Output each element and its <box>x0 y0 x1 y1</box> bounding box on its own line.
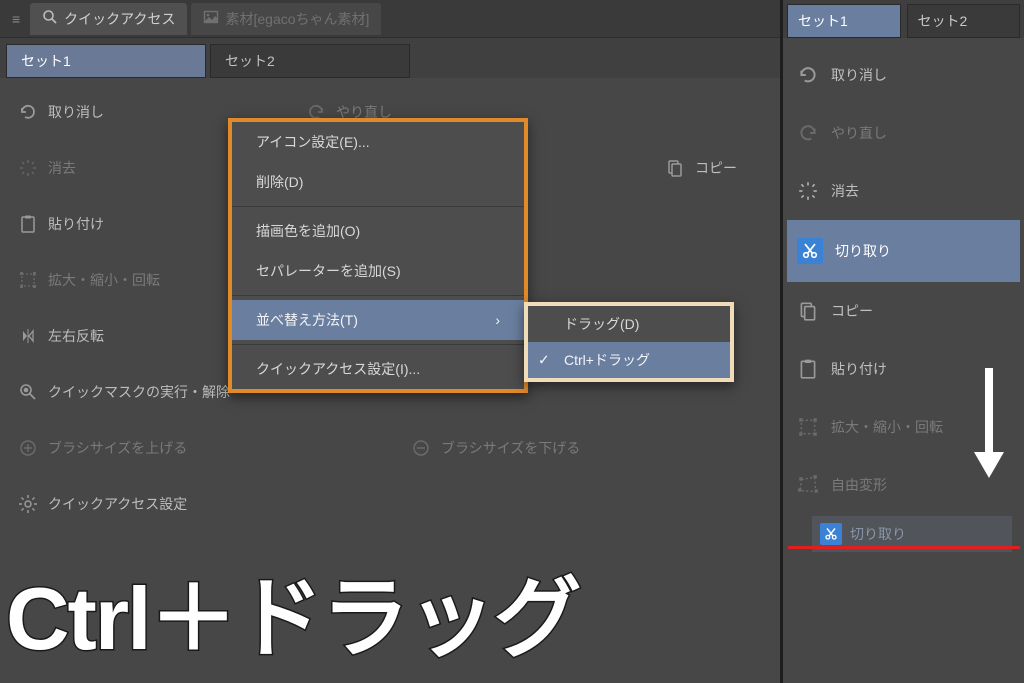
action-transform-label: 拡大・縮小・回転 <box>48 270 160 290</box>
copy-icon <box>797 300 819 322</box>
menu-separator <box>232 344 524 345</box>
r-redo[interactable]: やり直し <box>787 104 1020 162</box>
drag-ghost-label: 切り取り <box>850 524 906 544</box>
clear-icon <box>18 158 38 178</box>
paste-icon <box>18 214 38 234</box>
submenu-drag[interactable]: ドラッグ(D) <box>528 306 730 342</box>
menu-delete[interactable]: 削除(D) <box>232 162 524 202</box>
tab-set2-right[interactable]: セット2 <box>907 4 1021 38</box>
r-cut-label: 切り取り <box>835 241 891 261</box>
action-brush-down[interactable]: ブラシサイズを下げる <box>405 420 768 476</box>
instruction-caption: Ctrl＋ドラッグ <box>6 548 580 675</box>
context-menu: アイコン設定(E)... 削除(D) 描画色を追加(O) セパレーターを追加(S… <box>228 118 528 393</box>
transform-icon <box>18 270 38 290</box>
r-copy[interactable]: コピー <box>787 282 1020 340</box>
tab-materials-label: 素材[egacoちゃん素材] <box>225 9 369 29</box>
action-qa-settings[interactable]: クイックアクセス設定 <box>12 476 768 532</box>
action-brush-up[interactable]: ブラシサイズを上げる <box>12 420 375 476</box>
tab-set1-left[interactable]: セット1 <box>6 44 206 78</box>
set-tabs-left: セット1 セット2 <box>0 38 780 78</box>
menu-add-draw-color[interactable]: 描画色を追加(O) <box>232 211 524 251</box>
r-redo-label: やり直し <box>831 123 887 143</box>
r-copy-label: コピー <box>831 301 873 321</box>
undo-icon <box>18 102 38 122</box>
r-undo-label: 取り消し <box>831 65 887 85</box>
menu-sort-method[interactable]: 並べ替え方法(T) › <box>232 300 524 340</box>
action-brush-down-label: ブラシサイズを下げる <box>441 438 580 458</box>
chevron-right-icon: › <box>495 312 500 328</box>
r-undo[interactable]: 取り消し <box>787 46 1020 104</box>
menu-separator <box>232 206 524 207</box>
submenu-ctrl-drag[interactable]: ✓ Ctrl+ドラッグ <box>528 342 730 378</box>
action-quick-mask-label: クイックマスクの実行・解除 <box>48 382 230 402</box>
action-brush-up-label: ブラシサイズを上げる <box>48 438 187 458</box>
action-clear-label: 消去 <box>48 158 76 178</box>
action-undo-label: 取り消し <box>48 102 104 122</box>
menu-icon-settings[interactable]: アイコン設定(E)... <box>232 122 524 162</box>
action-copy-label: コピー <box>695 158 737 178</box>
hamburger-icon[interactable]: ≡ <box>6 11 26 27</box>
r-clear-label: 消去 <box>831 181 859 201</box>
down-arrow-icon <box>968 364 1010 484</box>
flip-h-icon <box>18 326 38 346</box>
set-tabs-right: セット1 セット2 <box>783 0 1024 38</box>
r-cut[interactable]: 切り取り <box>787 220 1020 282</box>
menu-add-separator[interactable]: セパレーターを追加(S) <box>232 251 524 291</box>
action-paste-label: 貼り付け <box>48 214 104 234</box>
action-qa-settings-label: クイックアクセス設定 <box>48 494 187 514</box>
redo-icon <box>797 122 819 144</box>
brush-down-icon <box>411 438 431 458</box>
action-flip-h-label: 左右反転 <box>48 326 104 346</box>
free-transform-icon <box>797 474 819 496</box>
tab-quick-access[interactable]: クイックアクセス <box>30 3 187 35</box>
image-icon <box>203 9 219 28</box>
quickmask-icon <box>18 382 38 402</box>
brush-up-icon <box>18 438 38 458</box>
drop-indicator-line <box>788 546 1020 549</box>
r-clear[interactable]: 消去 <box>787 162 1020 220</box>
tab-materials[interactable]: 素材[egacoちゃん素材] <box>191 3 381 35</box>
undo-icon <box>797 64 819 86</box>
magnify-icon <box>42 9 58 28</box>
right-panel: セット1 セット2 取り消し やり直し 消去 切り取り <box>780 0 1024 683</box>
paste-icon <box>797 358 819 380</box>
clear-icon <box>797 180 819 202</box>
transform-icon <box>797 416 819 438</box>
r-transform-label: 拡大・縮小・回転 <box>831 417 943 437</box>
r-free-transform-label: 自由変形 <box>831 475 887 495</box>
gear-icon <box>18 494 38 514</box>
scissors-icon <box>820 523 842 545</box>
tab-quick-access-label: クイックアクセス <box>64 9 175 29</box>
copy-icon <box>665 158 685 178</box>
tab-set1-right[interactable]: セット1 <box>787 4 901 38</box>
top-tabs: ≡ クイックアクセス 素材[egacoちゃん素材] <box>0 0 780 38</box>
menu-qa-settings[interactable]: クイックアクセス設定(I)... <box>232 349 524 389</box>
tab-set2-left[interactable]: セット2 <box>210 44 410 78</box>
scissors-icon <box>797 238 823 264</box>
context-submenu: ドラッグ(D) ✓ Ctrl+ドラッグ <box>524 302 734 382</box>
menu-separator <box>232 295 524 296</box>
check-icon: ✓ <box>538 352 550 369</box>
r-paste-label: 貼り付け <box>831 359 887 379</box>
